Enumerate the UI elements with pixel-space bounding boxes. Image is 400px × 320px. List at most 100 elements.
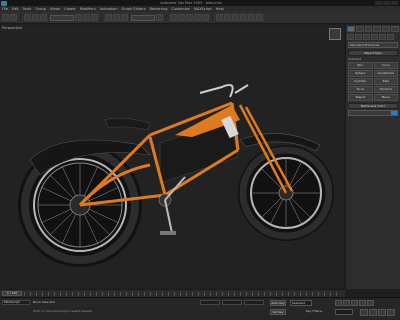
primitive-category-dropdown[interactable]: Standard Primitives xyxy=(348,42,398,48)
lights-icon[interactable] xyxy=(363,34,370,40)
time-slider[interactable]: 0 / 100 xyxy=(2,291,22,296)
layer-manager-icon[interactable] xyxy=(216,14,223,21)
menu-graph-editors[interactable]: Graph Editors xyxy=(122,7,146,11)
box-button[interactable]: Box xyxy=(348,62,373,69)
coordinate-display xyxy=(200,300,264,305)
sphere-button[interactable]: Sphere xyxy=(348,70,373,77)
schematic-view-icon[interactable] xyxy=(232,14,239,21)
cameras-icon[interactable] xyxy=(371,34,378,40)
select-by-name-icon[interactable] xyxy=(83,14,90,21)
modify-tab[interactable] xyxy=(355,26,364,32)
previous-frame-icon[interactable] xyxy=(343,300,350,306)
create-tab[interactable] xyxy=(347,26,355,32)
geosphere-button[interactable]: GeoSphere xyxy=(373,70,398,77)
z-coordinate-field[interactable] xyxy=(244,300,264,305)
pyramid-button[interactable]: Pyramid xyxy=(373,86,398,93)
mirror-icon[interactable] xyxy=(194,14,201,21)
undo-icon[interactable] xyxy=(2,14,9,21)
menu-maxscript[interactable]: MAXScript xyxy=(194,7,212,11)
perspective-viewport[interactable]: Perspective xyxy=(0,25,344,289)
next-frame-icon[interactable] xyxy=(359,300,366,306)
key-filters-button[interactable]: Key Filters... xyxy=(306,309,324,313)
selection-region-icon[interactable] xyxy=(91,14,98,21)
menu-edit[interactable]: Edit xyxy=(12,7,19,11)
menu-help[interactable]: Help xyxy=(216,7,224,11)
hierarchy-tab[interactable] xyxy=(364,26,373,32)
reference-coordinate-dropdown[interactable] xyxy=(131,14,155,21)
move-icon[interactable] xyxy=(105,14,112,21)
close-button[interactable] xyxy=(391,1,398,5)
go-to-end-icon[interactable] xyxy=(367,300,374,306)
menu-group[interactable]: Group xyxy=(35,7,46,11)
orbit-icon[interactable] xyxy=(378,309,386,316)
toolbar-divider xyxy=(166,14,167,21)
object-type-rollout[interactable]: Object Type xyxy=(348,50,398,56)
main-toolbar xyxy=(0,12,400,24)
torus-button[interactable]: Torus xyxy=(348,86,373,93)
link-icon[interactable] xyxy=(24,14,31,21)
menu-modifiers[interactable]: Modifiers xyxy=(80,7,96,11)
x-coordinate-field[interactable] xyxy=(200,300,220,305)
maximize-viewport-icon[interactable] xyxy=(387,309,395,316)
utilities-tab[interactable] xyxy=(391,26,399,32)
render-setup-icon[interactable] xyxy=(248,14,255,21)
y-coordinate-field[interactable] xyxy=(222,300,242,305)
display-tab[interactable] xyxy=(382,26,391,32)
toolbar-divider xyxy=(20,14,21,21)
current-frame-field[interactable] xyxy=(335,309,353,315)
autogrid-checkbox[interactable]: AutoGrid xyxy=(348,57,398,61)
angle-snap-icon[interactable] xyxy=(178,14,185,21)
menu-animation[interactable]: Animation xyxy=(100,7,118,11)
time-slider-bar: 0 / 100 xyxy=(0,289,345,297)
curve-editor-icon[interactable] xyxy=(224,14,231,21)
redo-icon[interactable] xyxy=(10,14,17,21)
space-warps-icon[interactable] xyxy=(387,34,394,40)
cylinder-button[interactable]: Cylinder xyxy=(348,78,373,85)
play-icon[interactable] xyxy=(351,300,358,306)
set-key-button[interactable]: Set Key xyxy=(270,309,286,315)
tube-button[interactable]: Tube xyxy=(373,78,398,85)
viewport-navigation xyxy=(360,309,395,316)
name-and-color-rollout[interactable]: Name and Color xyxy=(348,103,398,109)
minimize-button[interactable] xyxy=(375,1,382,5)
percent-snap-icon[interactable] xyxy=(186,14,193,21)
unlink-icon[interactable] xyxy=(32,14,39,21)
teapot-button[interactable]: Teapot xyxy=(348,94,373,101)
rotate-icon[interactable] xyxy=(113,14,120,21)
pan-icon[interactable] xyxy=(369,309,377,316)
shapes-icon[interactable] xyxy=(355,34,362,40)
menu-rendering[interactable]: Rendering xyxy=(150,7,168,11)
menu-tools[interactable]: Tools xyxy=(23,7,32,11)
bind-icon[interactable] xyxy=(40,14,47,21)
scale-icon[interactable] xyxy=(121,14,128,21)
cone-button[interactable]: Cone xyxy=(373,62,398,69)
material-editor-icon[interactable] xyxy=(240,14,247,21)
selection-status: None Selected xyxy=(33,300,55,304)
menu-file[interactable]: File xyxy=(2,7,8,11)
object-color-swatch[interactable] xyxy=(391,111,397,115)
motion-tab[interactable] xyxy=(373,26,382,32)
go-to-start-icon[interactable] xyxy=(335,300,342,306)
object-name-field[interactable] xyxy=(348,110,398,116)
plane-button[interactable]: Plane xyxy=(373,94,398,101)
maxscript-listener-field[interactable]: MAXScript. xyxy=(2,300,30,305)
menu-create[interactable]: Create xyxy=(64,7,76,11)
status-bar: MAXScript. None Selected Click or click-… xyxy=(0,297,400,320)
track-bar[interactable] xyxy=(24,292,341,296)
selection-filter-dropdown[interactable] xyxy=(50,14,74,21)
helpers-icon[interactable] xyxy=(379,34,386,40)
geometry-icon[interactable] xyxy=(347,34,354,40)
key-mode-dropdown[interactable]: Selected xyxy=(290,300,312,306)
auto-key-button[interactable]: Auto Key xyxy=(270,300,286,306)
render-icon[interactable] xyxy=(256,14,263,21)
menu-customize[interactable]: Customize xyxy=(171,7,189,11)
snap-icon[interactable] xyxy=(170,14,177,21)
maximize-button[interactable] xyxy=(383,1,390,5)
window-title: Autodesk 3ds Max 2009 - bike.max xyxy=(160,1,222,5)
zoom-icon[interactable] xyxy=(360,309,368,316)
handlebar xyxy=(199,84,249,98)
menu-views[interactable]: Views xyxy=(50,7,60,11)
select-object-icon[interactable] xyxy=(75,14,82,21)
pivot-icon[interactable] xyxy=(156,14,163,21)
align-icon[interactable] xyxy=(202,14,209,21)
